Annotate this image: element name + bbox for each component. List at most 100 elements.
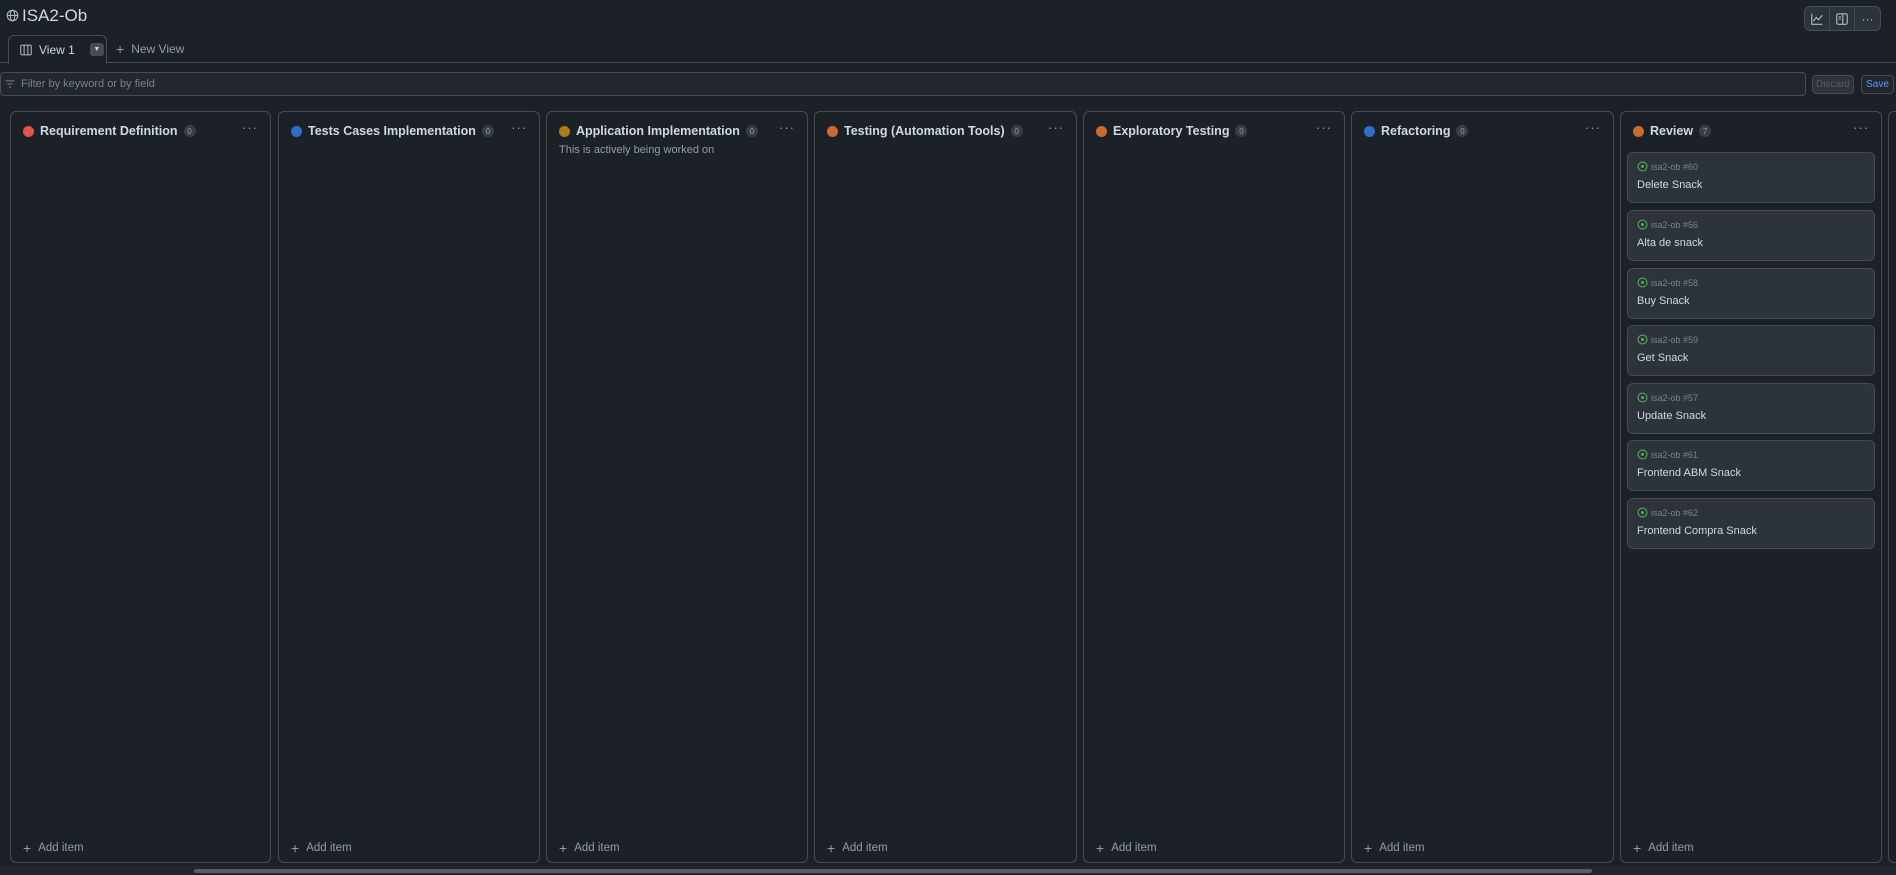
column-testing-automation-tools: Testing (Automation Tools) 0 ··· + Add i… [814, 111, 1077, 863]
card-title[interactable]: Update Snack [1637, 410, 1706, 422]
column-menu-icon[interactable]: ··· [1585, 120, 1601, 135]
issue-card[interactable]: isa2-ob #59 Get Snack [1627, 325, 1875, 376]
card-ref: isa2-ob #62 [1637, 507, 1698, 518]
column-menu-icon[interactable]: ··· [1048, 120, 1064, 135]
column-header: Tests Cases Implementation 0 [291, 121, 531, 141]
issue-open-icon [1637, 392, 1648, 403]
add-item-button[interactable]: + Add item [559, 841, 620, 855]
issue-open-icon [1637, 219, 1648, 230]
column-header: Testing (Automation Tools) 0 [827, 121, 1068, 141]
add-item-button[interactable]: + Add item [1633, 840, 1694, 856]
add-item-label: Add item [306, 842, 352, 854]
card-title[interactable]: Frontend ABM Snack [1637, 467, 1741, 479]
column-review: Review 7 ··· isa2-ob #60 Delete Snack is… [1620, 111, 1882, 863]
column-count: 0 [481, 125, 494, 137]
plus-icon: + [23, 840, 32, 856]
status-dot [559, 125, 570, 137]
status-dot [1633, 125, 1644, 137]
issue-open-icon [1637, 277, 1648, 288]
new-view-button[interactable]: + New View [116, 42, 184, 56]
issue-open-icon [1637, 507, 1648, 518]
column-name: Application Implementation [576, 124, 740, 138]
add-item-button[interactable]: + Add item [827, 840, 888, 856]
card-ref-text: isa2-ob #57 [1651, 392, 1699, 403]
filter-placeholder: Filter by keyword or by field [21, 78, 155, 90]
column-header: Application Implementation 0 [559, 121, 799, 141]
globe-icon [6, 9, 19, 22]
plus-icon: + [1633, 840, 1642, 856]
card-ref: isa2-ob #60 [1637, 161, 1698, 172]
column-name: Review [1650, 124, 1694, 138]
scrollbar-thumb[interactable] [194, 869, 1592, 873]
column-count: 0 [1235, 125, 1248, 137]
card-ref-text: isa2-ob #56 [1651, 219, 1699, 230]
card-title[interactable]: Alta de snack [1637, 237, 1703, 249]
card-title[interactable]: Get Snack [1637, 352, 1688, 364]
filter-input[interactable]: Filter by keyword or by field [0, 72, 1806, 96]
card-title[interactable]: Frontend Compra Snack [1637, 525, 1757, 537]
column-name: Requirement Definition [40, 124, 178, 138]
column-count: 7 [1699, 125, 1712, 137]
issue-open-icon [1637, 449, 1648, 460]
discard-button[interactable]: Discard [1812, 75, 1854, 94]
add-item-label: Add item [1379, 842, 1425, 854]
panel-icon [1836, 12, 1848, 25]
header-actions: ··· [1804, 6, 1881, 31]
column-name: Exploratory Testing [1113, 124, 1230, 138]
add-item-label: Add item [38, 842, 84, 854]
issue-card[interactable]: isa2-ob #60 Delete Snack [1627, 152, 1875, 203]
status-dot [1096, 125, 1107, 137]
card-ref: isa2-ob #57 [1637, 392, 1698, 403]
column-menu-icon[interactable]: ··· [242, 120, 258, 135]
column-menu-icon[interactable]: ··· [1316, 120, 1332, 135]
issue-card[interactable]: isa2-ob #61 Frontend ABM Snack [1627, 440, 1875, 491]
card-ref-text: isa2-ob #61 [1651, 449, 1699, 460]
card-ref-text: isa2-ob #59 [1651, 334, 1699, 345]
column-requirement-definition: Requirement Definition 0 ··· + Add item [10, 111, 271, 863]
add-item-label: Add item [1111, 842, 1157, 854]
board: Requirement Definition 0 ··· + Add item … [0, 111, 1896, 863]
new-view-label: New View [131, 42, 185, 56]
card-ref-text: isa2-ob #60 [1651, 161, 1699, 172]
issue-card[interactable]: isa2-ob #62 Frontend Compra Snack [1627, 498, 1875, 549]
more-options-button[interactable]: ··· [1855, 7, 1880, 30]
issue-card[interactable]: isa2-ob #58 Buy Snack [1627, 268, 1875, 319]
add-item-button[interactable]: + Add item [1364, 841, 1425, 855]
add-item-button[interactable]: + Add item [23, 840, 84, 856]
tab-view-1-label: View 1 [39, 42, 75, 57]
plus-icon: + [827, 840, 836, 856]
add-item-button[interactable]: + Add item [1096, 841, 1157, 855]
status-dot [291, 125, 302, 137]
status-dot [23, 125, 34, 137]
board-icon [20, 44, 32, 55]
card-title[interactable]: Delete Snack [1637, 179, 1702, 191]
column-count: 0 [1456, 125, 1469, 137]
add-item-label: Add item [574, 842, 620, 854]
chart-icon [1811, 13, 1823, 25]
issue-card[interactable]: isa2-ob #57 Update Snack [1627, 383, 1875, 434]
column-header: Refactoring 0 [1364, 121, 1605, 141]
issue-open-icon [1637, 334, 1648, 345]
side-panel-button[interactable] [1830, 7, 1855, 30]
card-ref-text: isa2-ob #62 [1651, 507, 1699, 518]
insights-button[interactable] [1805, 7, 1830, 30]
view-options-caret-icon[interactable]: ▼ [89, 43, 104, 56]
column-count: 0 [745, 125, 758, 137]
add-item-label: Add item [842, 842, 888, 854]
add-item-label: Add item [1648, 842, 1694, 854]
tab-view-1[interactable]: View 1 ▼ [8, 35, 107, 64]
add-item-button[interactable]: + Add item [291, 840, 352, 856]
plus-icon: + [291, 840, 300, 856]
column-next-partial [1888, 111, 1896, 863]
column-menu-icon[interactable]: ··· [1853, 120, 1869, 135]
save-button[interactable]: Save [1861, 75, 1894, 94]
card-title[interactable]: Buy Snack [1637, 295, 1690, 307]
column-header: Exploratory Testing 0 [1096, 121, 1336, 141]
column-count: 0 [1010, 125, 1023, 137]
card-ref: isa2-ob #56 [1637, 219, 1698, 230]
issue-card[interactable]: isa2-ob #56 Alta de snack [1627, 210, 1875, 261]
column-name: Testing (Automation Tools) [844, 124, 1005, 138]
column-menu-icon[interactable]: ··· [511, 120, 527, 135]
column-menu-icon[interactable]: ··· [779, 120, 795, 135]
column-name: Refactoring [1381, 124, 1451, 138]
